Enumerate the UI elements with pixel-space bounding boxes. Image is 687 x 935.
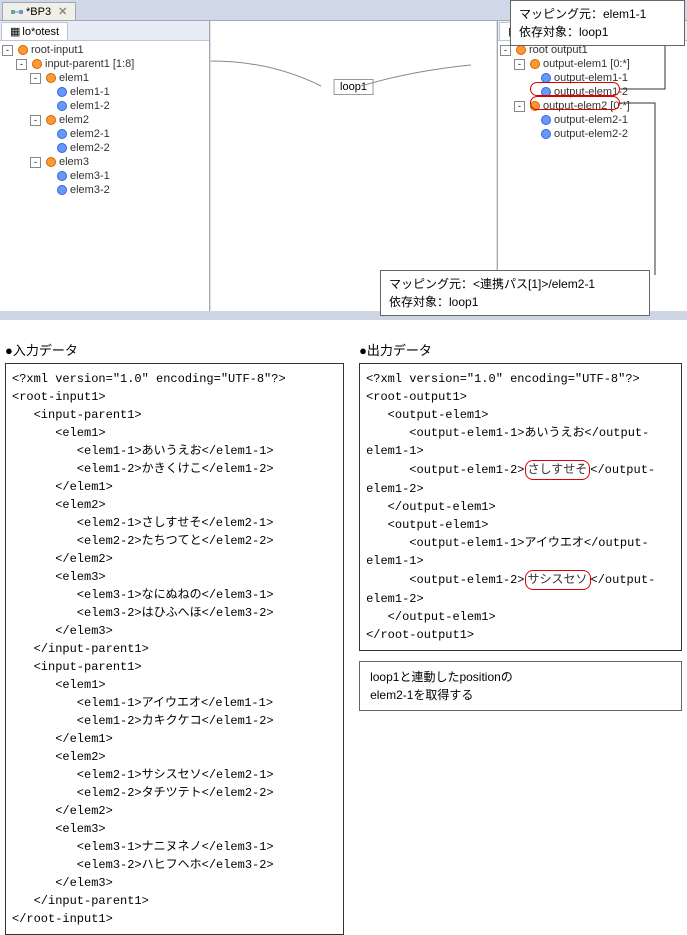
output-xml-box: <?xml version="1.0" encoding="UTF-8"?> <… [359, 363, 682, 651]
tree-node-label: elem2-1 [70, 128, 110, 140]
element-icon [516, 45, 526, 55]
note-line: loop1と連動したpositionの [370, 668, 671, 686]
highlight-output-elem1-1 [530, 82, 620, 96]
highlight-value-2: サシスセソ [525, 570, 591, 590]
loop-node[interactable]: loop1 [333, 79, 374, 95]
highlight-value-1: さしすせそ [525, 460, 591, 480]
connector-lines [211, 21, 496, 311]
mapping-icon [11, 6, 23, 18]
left-tree-panel: ▦ lo*otest -root-input1 -input-parent1 [… [0, 21, 210, 311]
expander-icon[interactable]: - [514, 101, 525, 112]
tree-node-label: root-input1 [31, 44, 84, 56]
output-data-column: ●出力データ <?xml version="1.0" encoding="UTF… [359, 340, 682, 711]
tree-node-label: elem3-2 [70, 184, 110, 196]
leaf-icon [57, 171, 67, 181]
highlight-output-elem1-2 [530, 96, 620, 110]
leaf-icon [57, 129, 67, 139]
xml-decl: <?xml version="1.0" encoding="UTF-8"?> [12, 372, 286, 386]
input-xml-box: <?xml version="1.0" encoding="UTF-8"?> <… [5, 363, 344, 935]
tree-node-label: elem2 [59, 114, 89, 126]
callout-mapping-1: マッピング元：elem1-1 依存対象：loop1 [510, 0, 685, 46]
left-panel-tabs: ▦ lo*otest [0, 21, 209, 41]
leaf-icon [57, 185, 67, 195]
tree-node-label: output-elem1 [0:*] [543, 58, 630, 70]
input-data-column: ●入力データ <?xml version="1.0" encoding="UTF… [5, 340, 344, 935]
leaf-icon [57, 143, 67, 153]
expander-icon[interactable]: - [514, 59, 525, 70]
tree-node-label: elem2-2 [70, 142, 110, 154]
close-icon[interactable]: ✕ [58, 5, 67, 18]
left-tree[interactable]: -root-input1 -input-parent1 [1:8] -elem1… [0, 41, 209, 199]
element-icon [46, 115, 56, 125]
tree-node-label: elem1 [59, 72, 89, 84]
panel-tab-label: lo*otest [22, 26, 59, 38]
leaf-icon [57, 87, 67, 97]
callout-line: マッピング元：elem1-1 [519, 5, 676, 23]
note-line: elem2-1を取得する [370, 686, 671, 704]
leaf-icon [541, 129, 551, 139]
tree-node-label: output-elem2-1 [554, 114, 628, 126]
callout-line: マッピング元：<連携パス[1]>/elem2-1 [389, 275, 641, 293]
tab-label: *BP3 [26, 6, 51, 18]
expander-icon[interactable]: - [16, 59, 27, 70]
note-box: loop1と連動したpositionの elem2-1を取得する [359, 661, 682, 711]
leaf-icon [57, 101, 67, 111]
tree-node-label: elem1-1 [70, 86, 110, 98]
tree-node-label: output-elem2-2 [554, 128, 628, 140]
input-xml: <root-input1> <input-parent1> <elem1> <e… [12, 390, 274, 926]
mapping-canvas[interactable]: loop1 [210, 21, 497, 311]
mapping-editor: *BP3 ✕ ▦ lo*otest -root-input1 -input-pa… [0, 0, 687, 320]
leaf-icon [541, 115, 551, 125]
data-section: ●入力データ <?xml version="1.0" encoding="UTF… [0, 340, 687, 935]
editor-tab[interactable]: *BP3 ✕ [2, 2, 76, 20]
xml-decl: <?xml version="1.0" encoding="UTF-8"?> [366, 372, 640, 386]
element-icon [46, 73, 56, 83]
expander-icon[interactable]: - [30, 115, 41, 126]
right-tree-panel: ▦ lo*o -root output1 -output-elem1 [0:*]… [497, 21, 687, 311]
callout-line: 依存対象：loop1 [389, 293, 641, 311]
left-panel-tab[interactable]: ▦ lo*otest [1, 22, 68, 40]
tree-node-label: elem1-2 [70, 100, 110, 112]
element-icon [46, 157, 56, 167]
element-icon [18, 45, 28, 55]
expander-icon[interactable]: - [30, 157, 41, 168]
element-icon [32, 59, 42, 69]
expander-icon[interactable]: - [2, 45, 13, 56]
element-icon [530, 59, 540, 69]
tree-node-label: input-parent1 [1:8] [45, 58, 134, 70]
input-data-title: ●入力データ [5, 340, 344, 359]
expander-icon[interactable]: - [500, 45, 511, 56]
tree-node-label: elem3 [59, 156, 89, 168]
callout-mapping-2: マッピング元：<連携パス[1]>/elem2-1 依存対象：loop1 [380, 270, 650, 316]
callout-line: 依存対象：loop1 [519, 23, 676, 41]
expander-icon[interactable]: - [30, 73, 41, 84]
tree-node-label: elem3-1 [70, 170, 110, 182]
output-data-title: ●出力データ [359, 340, 682, 359]
doc-icon: ▦ [10, 25, 20, 38]
